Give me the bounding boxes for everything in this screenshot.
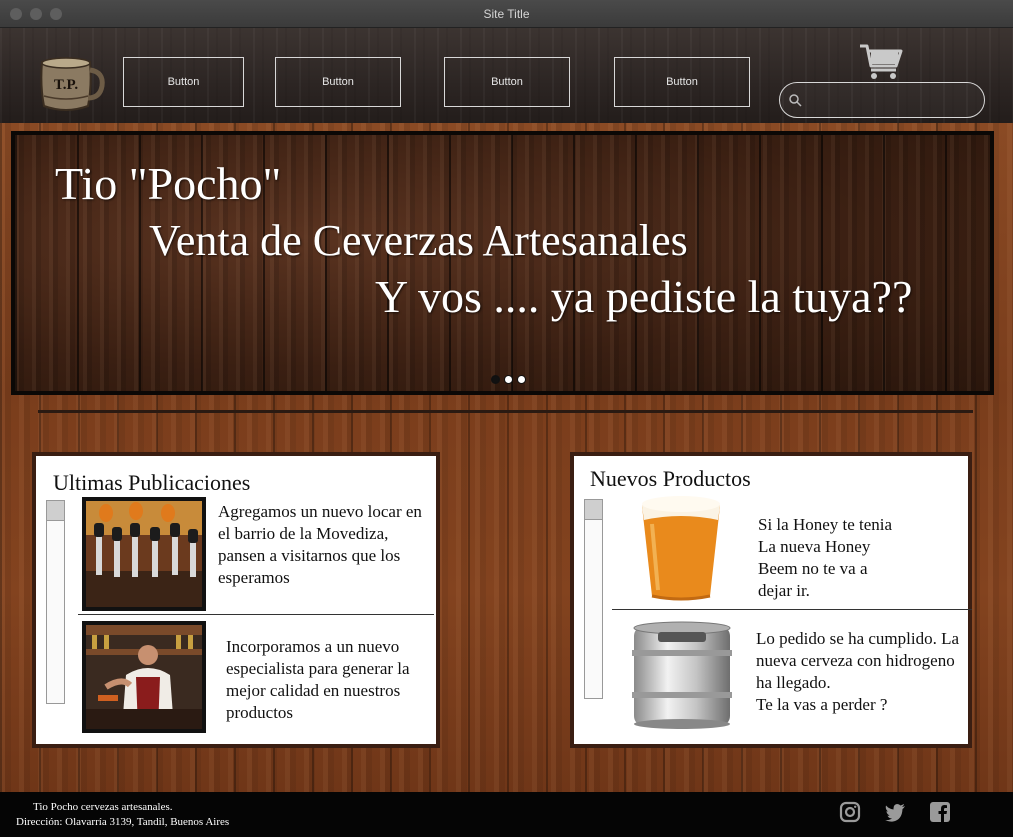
window-titlebar: Site Title [0, 0, 1013, 28]
publicacion-text-1: Agregamos un nuevo locar en el barrio de… [218, 502, 422, 587]
nav-button-1[interactable]: Button [123, 57, 244, 107]
scrollbar-thumb[interactable] [47, 501, 64, 521]
publicaciones-title: Ultimas Publicaciones [53, 470, 251, 495]
publicaciones-panel: Ultimas Publicaciones Agregamos un nuevo… [32, 452, 440, 748]
productos-panel: Nuevos Productos Si la Honey te tenia La… [570, 452, 972, 748]
footer-address: Dirección: Olavarría 3139, Tandil, Bueno… [16, 816, 230, 828]
carousel-dot-2[interactable] [504, 375, 513, 384]
bartender-photo [82, 621, 206, 733]
producto-text-1: Si la Honey te tenia La nueva Honey Beem… [758, 515, 893, 600]
shopping-cart-icon[interactable] [858, 42, 904, 80]
section-divider [38, 410, 973, 413]
post-separator [78, 614, 434, 615]
window-title: Site Title [483, 7, 530, 21]
product-separator [612, 609, 972, 610]
search-icon [789, 94, 802, 107]
instagram-icon[interactable] [839, 801, 861, 823]
search-input[interactable] [808, 89, 976, 111]
hero-subtitle: Venta de Ceverzas Artesanales [149, 216, 688, 265]
hero-title: Tio "Pocho" [55, 158, 282, 209]
carousel-dot-1[interactable] [491, 375, 500, 384]
publicacion-text-2: Incorporamos a un nuevo especialista par… [226, 637, 410, 722]
logo-mug-icon[interactable]: T.P. [36, 56, 106, 114]
beer-keg-photo [632, 621, 732, 729]
hero-tagline: Y vos .... ya pediste la tuya?? [375, 271, 913, 322]
site-footer: Tio Pocho cervezas artesanales. Direcció… [0, 792, 1013, 837]
producto-text-2: Lo pedido se ha cumplido. La nueva cerve… [756, 629, 960, 714]
facebook-icon[interactable] [929, 801, 951, 823]
carousel-dots [491, 375, 526, 384]
twitter-icon[interactable] [884, 801, 906, 823]
productos-title: Nuevos Productos [590, 466, 751, 491]
scrollbar-thumb[interactable] [585, 500, 602, 520]
search-box[interactable] [779, 82, 985, 118]
nav-button-4[interactable]: Button [614, 57, 750, 107]
carousel-dot-3[interactable] [517, 375, 526, 384]
beer-taps-photo [82, 497, 206, 611]
hero-banner: Tio "Pocho" Venta de Ceverzas Artesanale… [11, 131, 994, 395]
productos-scrollbar[interactable] [584, 499, 603, 699]
nav-button-3[interactable]: Button [444, 57, 570, 107]
logo-text: T.P. [54, 77, 78, 93]
publicaciones-scrollbar[interactable] [46, 500, 65, 704]
nav-button-2[interactable]: Button [275, 57, 401, 107]
beer-glass-photo [642, 496, 720, 601]
footer-company: Tio Pocho cervezas artesanales. [33, 801, 173, 813]
